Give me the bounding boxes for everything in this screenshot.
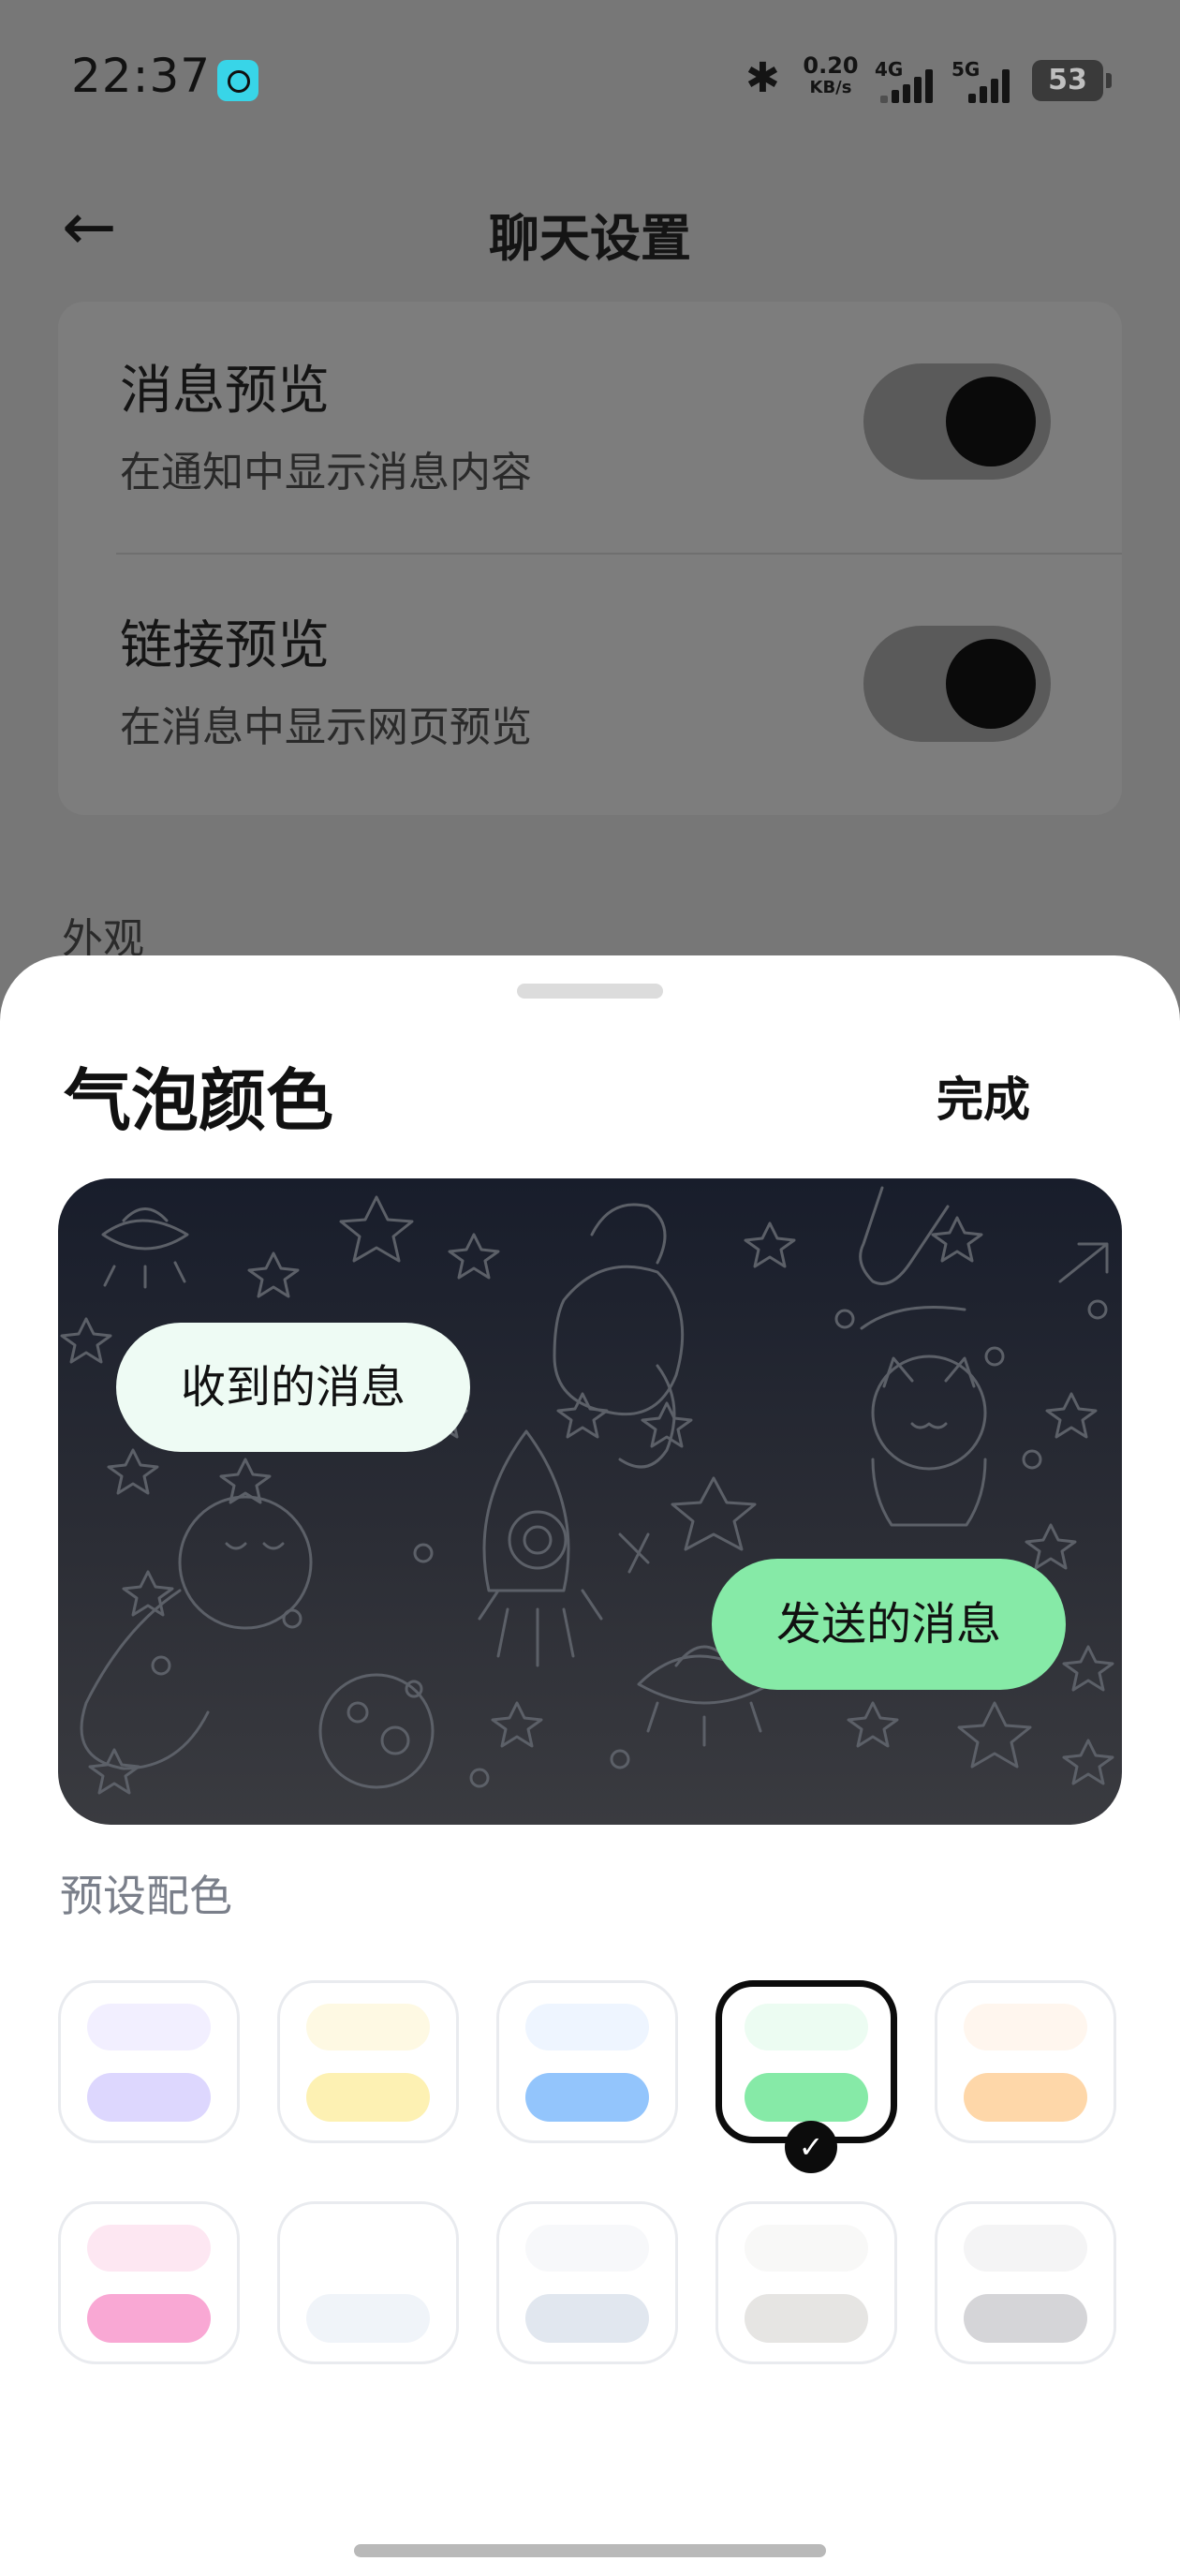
signal-5g-icon: 5G [951,58,1026,103]
swatch-received-color [87,2225,211,2272]
color-preset-swatch[interactable] [496,1980,678,2143]
battery-icon: 53 [1032,60,1112,101]
message-preview-toggle[interactable] [863,363,1051,480]
color-preset-swatch[interactable] [496,2201,678,2364]
network-speed-value: 0.20 [803,52,859,79]
checkmark-icon: ✓ [785,2121,837,2173]
swatch-received-color [306,2225,430,2272]
setting-title: 消息预览 [120,361,330,422]
chat-preview: 收到的消息 发送的消息 [58,1178,1122,1825]
swatch-sent-color [964,2294,1087,2343]
done-button[interactable]: 完成 [937,1062,1030,1130]
color-preset-swatch[interactable] [935,1980,1116,2143]
link-preview-toggle[interactable] [863,626,1051,742]
color-preset-swatch[interactable] [277,2201,459,2364]
color-preset-swatch[interactable] [715,1980,897,2143]
sent-message-bubble: 发送的消息 [712,1559,1066,1690]
home-indicator[interactable] [354,2544,826,2557]
swatch-sent-color [306,2294,430,2343]
swatch-received-color [745,2004,868,2050]
swatch-received-color [87,2004,211,2050]
signal-4g-icon: 4G [875,58,950,103]
swatch-sent-color [525,2073,649,2122]
swatch-received-color [525,2004,649,2050]
preset-colors-label: 预设配色 [60,1871,232,1921]
header: ← 聊天设置 [0,178,1180,272]
setting-subtitle: 在通知中显示消息内容 [120,449,532,496]
swatch-sent-color [525,2294,649,2343]
swatch-sent-color [745,2073,868,2122]
setting-title: 链接预览 [120,615,330,676]
swatch-received-color [964,2225,1087,2272]
swatch-sent-color [87,2294,211,2343]
chat-app-notification-icon [217,60,258,101]
status-bar: 22:37 ✱ 0.20 KB/s 4G 5G 53 [0,0,1180,159]
swatch-received-color [525,2225,649,2272]
received-message-bubble: 收到的消息 [116,1323,470,1452]
swatch-received-color [964,2004,1087,2050]
signal-4g-label: 4G [875,58,904,81]
swatch-sent-color [745,2294,868,2343]
swatch-received-color [745,2225,868,2272]
color-preset-swatch[interactable] [58,1980,240,2143]
setting-subtitle: 在消息中显示网页预览 [120,703,532,751]
color-preset-swatch[interactable] [715,2201,897,2364]
sheet-drag-handle[interactable] [517,984,663,999]
color-preset-swatch[interactable] [935,2201,1116,2364]
toggle-knob [946,639,1036,729]
setting-row-message-preview[interactable]: 消息预览 在通知中显示消息内容 [58,302,1122,555]
sheet-title: 气泡颜色 [64,1061,334,1140]
swatch-sent-color [87,2073,211,2122]
swatch-sent-color [964,2073,1087,2122]
toggle-knob [946,377,1036,466]
page-title: 聊天设置 [489,209,691,268]
swatch-received-color [306,2004,430,2050]
bluetooth-icon: ✱ [745,54,780,102]
status-time: 22:37 [71,49,212,103]
signal-5g-label: 5G [951,58,981,81]
network-speed-unit: KB/s [809,78,852,97]
color-preset-swatch[interactable] [58,2201,240,2364]
doodle-pattern-background [60,1186,1114,1795]
bubble-color-sheet: 气泡颜色 完成 收到的消息 发送的消息 预设配色 ✓ [0,955,1180,2576]
network-speed: 0.20 KB/s [802,54,860,99]
swatch-sent-color [306,2073,430,2122]
settings-card: 消息预览 在通知中显示消息内容 链接预览 在消息中显示网页预览 [58,302,1122,815]
color-preset-swatch[interactable] [277,1980,459,2143]
setting-row-link-preview[interactable]: 链接预览 在消息中显示网页预览 [58,555,1122,807]
